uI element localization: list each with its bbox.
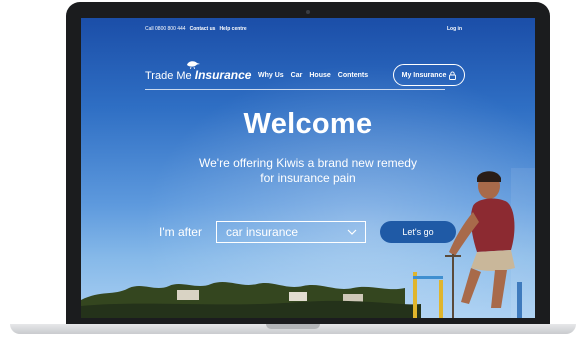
lock-icon <box>449 71 457 80</box>
contact-link[interactable]: Contact us <box>190 26 216 32</box>
top-bar: Call 0800 800 444 Contact us Help centre… <box>81 18 535 40</box>
phone-number: Call 0800 800 444 <box>145 26 186 32</box>
hero-title: Welcome <box>243 108 373 140</box>
logo[interactable]: Trade Me Insurance <box>145 61 252 82</box>
login-link[interactable]: Log in <box>447 26 462 32</box>
nav-divider <box>145 89 445 90</box>
top-links: Call 0800 800 444 Contact us Help centre <box>145 26 247 32</box>
kiwi-bird-icon <box>187 61 200 69</box>
webcam <box>306 10 310 14</box>
my-insurance-label: My Insurance <box>401 71 447 79</box>
man-on-swing <box>445 168 535 318</box>
laptop-base-notch <box>266 324 320 329</box>
website-screen: Call 0800 800 444 Contact us Help centre… <box>81 18 535 318</box>
selected-insurance: car insurance <box>226 225 299 239</box>
nav-contents[interactable]: Contents <box>338 72 368 79</box>
my-insurance-button[interactable]: My Insurance <box>393 64 465 86</box>
logo-brand: Insurance <box>194 68 252 82</box>
nav-house[interactable]: House <box>309 72 330 79</box>
insurance-type-select[interactable]: car insurance <box>216 221 366 243</box>
help-link[interactable]: Help centre <box>219 26 246 32</box>
nav-why-us[interactable]: Why Us <box>258 72 284 79</box>
nav-car[interactable]: Car <box>291 72 303 79</box>
chevron-down-icon <box>347 229 357 235</box>
search-label: I'm after <box>159 225 202 239</box>
nav-items: Why Us Car House Contents <box>258 72 368 79</box>
logo-prefix: Trade Me <box>145 70 192 82</box>
